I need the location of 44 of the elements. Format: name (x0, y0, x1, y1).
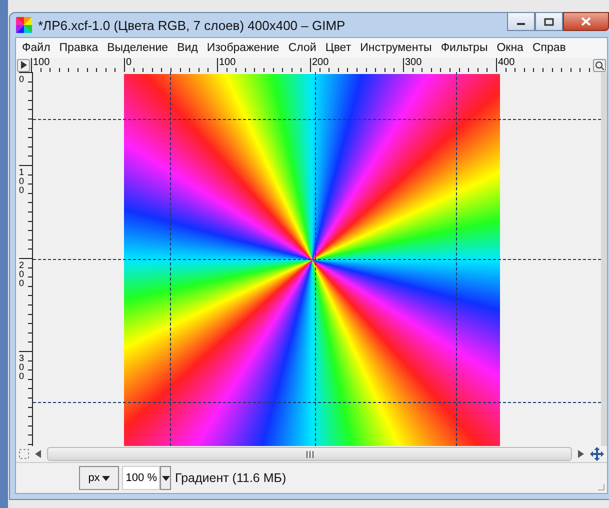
zoom-field[interactable]: 100 % (122, 466, 160, 490)
menu-item[interactable]: Справ (532, 42, 566, 54)
menu-item[interactable]: Файл (22, 42, 50, 54)
ruler-label: 100 (19, 168, 26, 195)
right-arrow-icon[interactable] (578, 450, 584, 458)
left-arrow-icon[interactable] (35, 450, 41, 458)
maximize-button[interactable] (535, 12, 563, 31)
zoom-dropdown-button[interactable] (160, 466, 171, 490)
ruler-label: 100 (33, 58, 50, 68)
close-icon (581, 17, 591, 26)
unit-dropdown[interactable]: px (79, 466, 119, 490)
menu-item[interactable]: Цвет (325, 42, 352, 54)
menu-item[interactable]: Изображение (206, 42, 280, 54)
ruler-label: 300 (19, 354, 26, 381)
menu-item[interactable]: Правка (59, 42, 98, 54)
minimize-button[interactable] (507, 12, 535, 31)
menu-item[interactable]: Инструменты (360, 42, 432, 54)
magnifier-icon (595, 60, 604, 70)
ruler-label: 300 (405, 58, 422, 68)
triangle-icon (20, 61, 26, 69)
resize-grip-icon[interactable] (597, 483, 605, 491)
navigate-icon[interactable] (590, 447, 604, 461)
close-button[interactable] (563, 12, 609, 31)
window-title: *ЛР6.xcf-1.0 (Цвета RGB, 7 слоев) 400x400 – GIMP (38, 18, 346, 32)
caret-icon (162, 476, 170, 480)
quick-mask-icon[interactable] (19, 449, 29, 459)
ruler-label: 0 (126, 58, 132, 68)
ruler-label: 400 (498, 58, 515, 68)
menu-arrow-button[interactable] (17, 58, 30, 72)
pinwheel-icon (16, 17, 32, 33)
menu-item[interactable]: Выделение (107, 42, 168, 54)
status-text: Градиент (11.6 МБ) (175, 471, 286, 485)
menu-item[interactable]: Окна (496, 42, 524, 54)
ruler-label: 200 (19, 261, 26, 288)
menu-item[interactable]: Слой (288, 42, 316, 54)
caret-icon (102, 476, 110, 480)
zoom-image-button[interactable] (593, 58, 606, 72)
ruler-label: 100 (219, 58, 236, 68)
maximize-icon (544, 18, 554, 26)
ruler-label: 200 (312, 58, 329, 68)
vertical-scrollbar[interactable] (601, 72, 607, 446)
ruler-label: 0 (19, 75, 26, 84)
menu-item[interactable]: Фильтры (440, 42, 488, 54)
menu-item[interactable]: Вид (177, 42, 198, 54)
